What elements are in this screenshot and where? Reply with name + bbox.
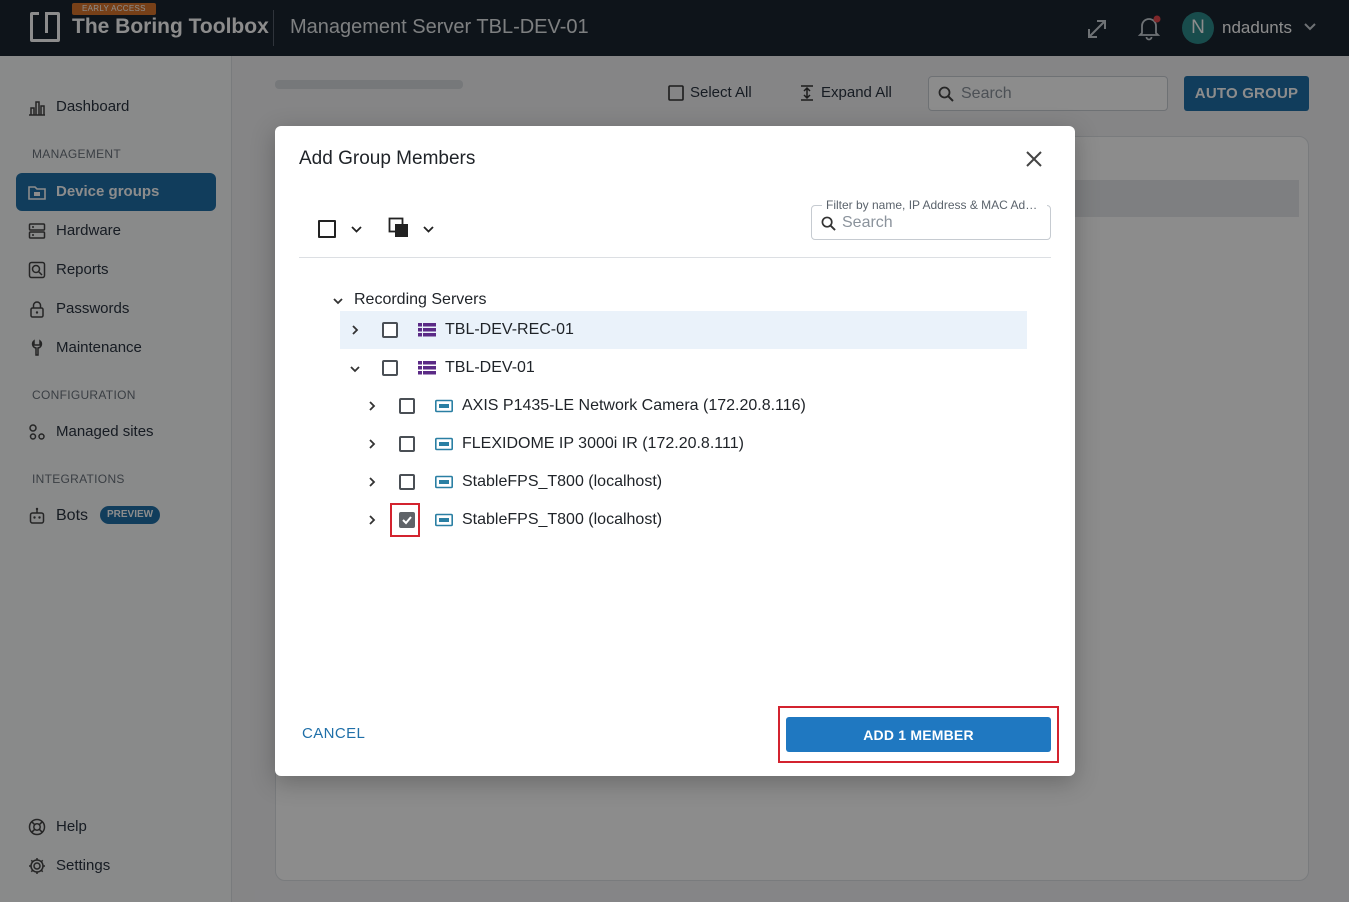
tree-checkbox[interactable] <box>382 360 398 376</box>
tree-checkbox[interactable] <box>399 398 415 414</box>
camera-device-icon <box>435 399 453 413</box>
cancel-button[interactable]: CANCEL <box>302 725 365 742</box>
tree-row-label: TBL-DEV-01 <box>445 359 535 376</box>
recording-server-icon <box>418 361 436 375</box>
tree-row-device[interactable]: AXIS P1435-LE Network Camera (172.20.8.1… <box>357 387 1027 425</box>
add-button-highlight <box>778 706 1059 763</box>
chevron-down-icon[interactable] <box>349 363 361 375</box>
chevron-right-icon[interactable] <box>366 476 378 488</box>
tree-row-label: TBL-DEV-REC-01 <box>445 321 574 338</box>
checkbox-highlight <box>390 503 420 537</box>
tree-row-device[interactable]: StableFPS_T800 (localhost) <box>357 463 1027 501</box>
tree-checkbox[interactable] <box>399 474 415 490</box>
dialog-divider <box>299 257 1051 258</box>
filter-search-input[interactable] <box>842 212 1042 234</box>
chevron-right-icon[interactable] <box>349 324 361 336</box>
tree-row-server[interactable]: TBL-DEV-REC-01 <box>340 311 1027 349</box>
tree-row-label: FLEXIDOME IP 3000i IR (172.20.8.111) <box>462 435 744 452</box>
chevron-right-icon[interactable] <box>366 514 378 526</box>
chevron-down-icon[interactable] <box>350 223 363 236</box>
tree-row-server[interactable]: TBL-DEV-01 <box>340 349 1027 387</box>
close-icon[interactable] <box>1022 147 1046 171</box>
filter-label: Filter by name, IP Address & MAC Address <box>822 198 1047 212</box>
tree-root-label: Recording Servers <box>354 291 487 308</box>
chevron-down-icon[interactable] <box>332 295 344 307</box>
tree-row-label: StableFPS_T800 (localhost) <box>462 511 663 528</box>
chevron-right-icon[interactable] <box>366 438 378 450</box>
recording-server-icon <box>418 323 436 337</box>
tree-row-device[interactable]: FLEXIDOME IP 3000i IR (172.20.8.111) <box>357 425 1027 463</box>
filter-search-field[interactable]: Filter by name, IP Address & MAC Address <box>811 198 1051 240</box>
bulk-select-checkbox[interactable] <box>318 220 336 238</box>
add-group-members-dialog: Add Group Members Filter by name, IP Add… <box>275 126 1075 776</box>
tree-row-device[interactable]: StableFPS_T800 (localhost) <box>357 501 1027 539</box>
chevron-right-icon[interactable] <box>366 400 378 412</box>
copy-icon[interactable] <box>388 217 410 239</box>
tree-row-label: AXIS P1435-LE Network Camera (172.20.8.1… <box>462 397 806 414</box>
camera-device-icon <box>435 437 453 451</box>
tree-checkbox[interactable] <box>382 322 398 338</box>
chevron-down-icon[interactable] <box>422 223 435 236</box>
tree-checkbox[interactable] <box>399 436 415 452</box>
camera-device-icon <box>435 475 453 489</box>
dialog-title: Add Group Members <box>299 148 476 169</box>
search-icon <box>821 216 836 231</box>
tree-row-label: StableFPS_T800 (localhost) <box>462 473 663 490</box>
camera-device-icon <box>435 513 453 527</box>
